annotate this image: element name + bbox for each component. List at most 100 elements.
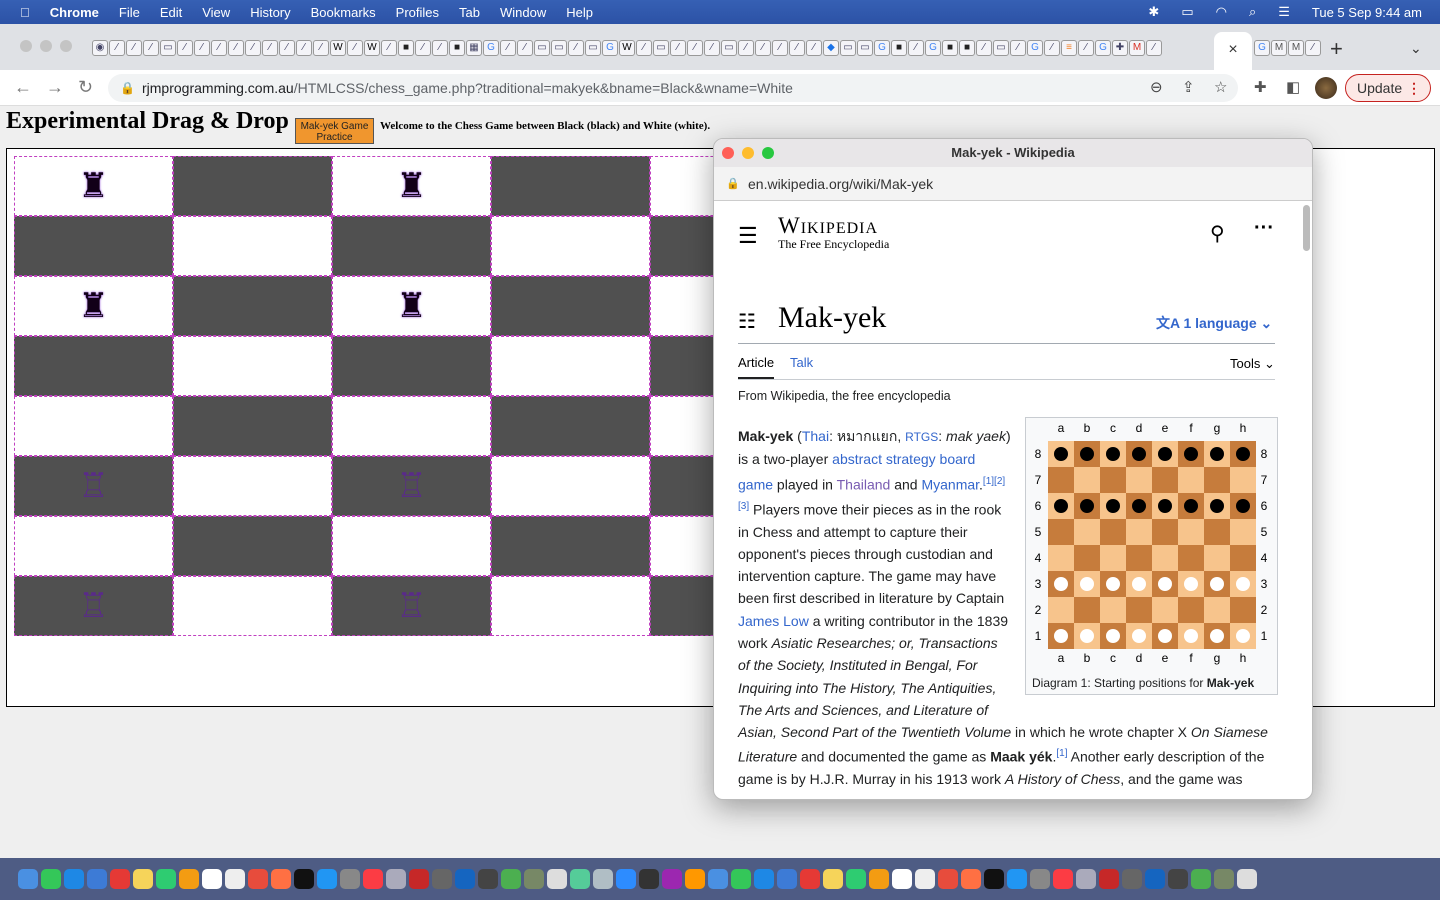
folder-icon[interactable] [1076,869,1096,889]
board-cell[interactable]: ♜ [14,156,173,216]
reload-icon[interactable]: ↻ [78,77,93,98]
photos-icon[interactable] [179,869,199,889]
maps-icon[interactable] [570,869,590,889]
tab-page-icon[interactable]: ▭ [993,40,1009,56]
tab-feather-icon[interactable]: ⁄ [1078,40,1094,56]
tab-feather-icon[interactable]: ⁄ [1010,40,1026,56]
tab-dark-icon[interactable]: ■ [398,40,414,56]
messages-icon[interactable] [41,869,61,889]
tab-dark-icon[interactable]: ■ [891,40,907,56]
menu-bookmarks[interactable]: Bookmarks [311,5,376,20]
wifi-icon[interactable]: ◠ [1216,4,1227,20]
board-cell[interactable] [14,396,173,456]
board-cell[interactable]: ♜ [14,276,173,336]
folder-icon[interactable] [1168,869,1188,889]
tab-feather-icon[interactable]: ⁄ [296,40,312,56]
tab-feather-icon[interactable]: ⁄ [228,40,244,56]
address-bar[interactable]: 🔒 rjmprogramming.com.au/HTMLCSS/chess_ga… [108,74,1238,102]
tab-dark-icon[interactable]: ■ [959,40,975,56]
folder-icon[interactable] [1007,869,1027,889]
bbedit-icon[interactable] [478,869,498,889]
tab-puzzle-icon[interactable]: ✚ [1112,40,1128,56]
terminal-icon[interactable] [846,869,866,889]
tab-google-icon[interactable]: G [874,40,890,56]
white-rook-piece[interactable]: ♖ [396,587,426,625]
tab-feather-icon[interactable]: ⁄ [636,40,652,56]
tab-google-icon[interactable]: G [1254,40,1270,56]
facetime-icon[interactable] [156,869,176,889]
zoom-icon[interactable] [616,869,636,889]
safari-icon[interactable] [64,869,84,889]
tab-feather-icon[interactable]: ⁄ [381,40,397,56]
board-cell[interactable] [173,216,332,276]
tab-talk[interactable]: Talk [790,355,813,370]
battery-icon[interactable]: ▭ [1181,4,1193,20]
menu-edit[interactable]: Edit [160,5,182,20]
profile-avatar[interactable] [1315,77,1337,99]
camera-icon[interactable] [777,869,797,889]
tab-feather-icon[interactable]: ⁄ [568,40,584,56]
tab-feather-icon[interactable]: ⁄ [704,40,720,56]
black-rook-piece[interactable]: ♜ [78,167,108,205]
side-panel-icon[interactable]: ◧ [1286,78,1300,96]
board-cell[interactable] [491,576,650,636]
notes-icon[interactable] [133,869,153,889]
menu-tab[interactable]: Tab [459,5,480,20]
tab-dark-icon[interactable]: ■ [942,40,958,56]
link-myanmar[interactable]: Myanmar [921,476,979,492]
black-rook-piece[interactable]: ♜ [396,287,426,325]
board-cell[interactable] [14,516,173,576]
board-cell[interactable] [491,516,650,576]
textedit-icon[interactable] [547,869,567,889]
quicktime-icon[interactable] [639,869,659,889]
scrollbar[interactable] [1303,205,1310,251]
board-cell[interactable] [332,396,491,456]
tab-page-icon[interactable]: ▭ [721,40,737,56]
tab-page-icon[interactable]: ▭ [653,40,669,56]
table-of-contents-icon[interactable]: ☷ [738,309,756,334]
board-cell[interactable] [14,336,173,396]
tab-chrome-icon[interactable]: ◉ [92,40,108,56]
photobooth-icon[interactable] [708,869,728,889]
board-cell[interactable] [173,276,332,336]
bluetooth-icon[interactable]: ✱ [1148,4,1159,20]
tab-medium-icon[interactable]: M [1271,40,1287,56]
tab-google-icon[interactable]: G [602,40,618,56]
close-tab-icon[interactable]: × [1228,41,1237,58]
tab-stack-icon[interactable]: ≡ [1061,40,1077,56]
tab-feather-icon[interactable]: ⁄ [670,40,686,56]
board-cell[interactable] [14,216,173,276]
tools-dropdown[interactable]: Tools ⌄ [1230,356,1275,372]
tab-blue-icon[interactable]: ◆ [823,40,839,56]
tab-search-chevron-icon[interactable]: ⌄ [1410,40,1422,57]
tab-feather-icon[interactable]: ⁄ [262,40,278,56]
tab-medium-icon[interactable]: M [1288,40,1304,56]
board-cell[interactable]: ♖ [14,456,173,516]
back-icon[interactable]: ← [14,77,32,98]
wikipedia-logo[interactable]: Wikipedia The Free Encyclopedia [778,213,889,252]
clock[interactable]: Tue 5 Sep 9:44 am [1312,5,1422,20]
tab-feather-icon[interactable]: ⁄ [211,40,227,56]
folder-icon[interactable] [1191,869,1211,889]
folder-icon[interactable] [961,869,981,889]
tab-feather-icon[interactable]: ⁄ [755,40,771,56]
control-center-icon[interactable]: ☰ [1278,4,1290,20]
tab-feather-icon[interactable]: ⁄ [789,40,805,56]
tab-feather-icon[interactable]: ⁄ [517,40,533,56]
music-icon[interactable] [363,869,383,889]
zoom-window-button[interactable] [60,40,72,52]
tab-feather-icon[interactable]: ⁄ [1305,40,1321,56]
board-cell[interactable] [491,456,650,516]
mail-icon[interactable] [87,869,107,889]
share-icon[interactable]: ⇪ [1182,74,1195,102]
board-cell[interactable]: ♖ [332,456,491,516]
terminal-icon[interactable] [892,869,912,889]
board-cell[interactable] [332,336,491,396]
tab-google-icon[interactable]: G [483,40,499,56]
trash-icon[interactable] [1237,869,1257,889]
board-cell[interactable] [173,516,332,576]
board-cell[interactable]: ♜ [332,276,491,336]
folder-icon[interactable] [1214,869,1234,889]
tab-feather-icon[interactable]: ⁄ [143,40,159,56]
bookmark-star-icon[interactable]: ☆ [1214,74,1227,102]
